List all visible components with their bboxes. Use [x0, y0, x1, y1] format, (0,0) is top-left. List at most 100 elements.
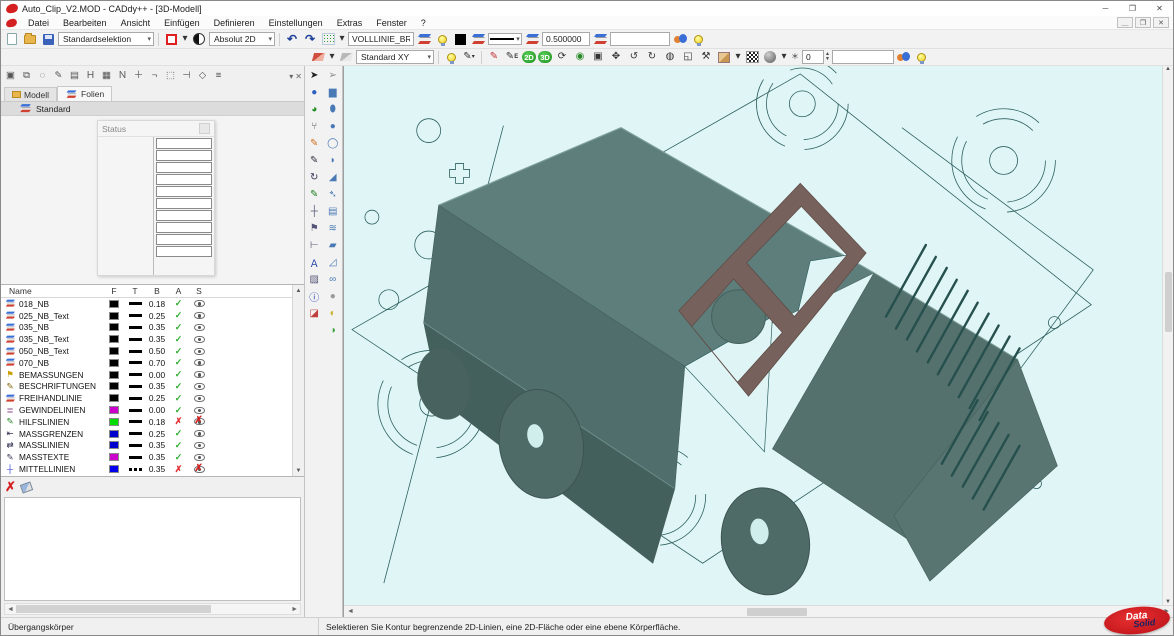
view-3d-button[interactable]: 3D: [538, 51, 552, 63]
layer-linetype[interactable]: [129, 361, 142, 364]
view-2d-button[interactable]: 2D: [522, 51, 536, 63]
pen-e-icon[interactable]: ✎E: [504, 50, 520, 65]
coordinate-mode-dropdown[interactable]: Absolut 2D▾: [209, 32, 275, 46]
menu-ansicht[interactable]: Ansicht: [114, 17, 158, 29]
table-row[interactable]: 070_NB0.70✓: [1, 357, 292, 369]
layer-active-flag[interactable]: ✓: [168, 393, 189, 404]
layer-active-flag[interactable]: ✓: [168, 346, 189, 357]
eye-icon[interactable]: [194, 348, 205, 355]
layer-width[interactable]: 0.25: [146, 311, 168, 321]
col-name[interactable]: Name: [1, 286, 104, 296]
connector-icon[interactable]: ⊣: [179, 69, 194, 83]
zoom-in-icon[interactable]: ◉: [572, 50, 588, 65]
solid-plate-icon[interactable]: ▰: [324, 237, 341, 254]
layer-active-flag[interactable]: ✓: [168, 334, 189, 345]
measure-tool-icon[interactable]: ⊢: [306, 237, 323, 254]
line-style-name-field[interactable]: [348, 32, 414, 46]
value-spinner[interactable]: ▲▼: [802, 50, 830, 64]
viewport-scroll-left-arrow[interactable]: ◄: [344, 608, 357, 615]
table-row[interactable]: ≣GEWINDELINIEN0.00✓: [1, 404, 292, 416]
red-pen-icon[interactable]: ✎: [486, 50, 502, 65]
grid-button[interactable]: [320, 32, 336, 47]
mdi-close-button[interactable]: ✕: [1153, 17, 1169, 28]
cross-icon[interactable]: ＋: [131, 69, 146, 83]
layer-color-swatch[interactable]: [109, 347, 119, 355]
layer-table-header[interactable]: Name F T B A S: [1, 285, 292, 298]
pencil-dark-icon[interactable]: ✎: [306, 152, 323, 169]
folie-refresh-icon[interactable]: ◌: [35, 69, 50, 83]
status-field[interactable]: [156, 234, 212, 245]
solid-ramp-icon[interactable]: ◿: [324, 254, 341, 271]
eye-icon[interactable]: [194, 407, 205, 414]
folie-copy-icon[interactable]: ⧉: [19, 69, 34, 83]
table-row[interactable]: ✎HILFSLINIEN0.18✗✗: [1, 416, 292, 428]
pencil-icon[interactable]: ✎: [51, 69, 66, 83]
layer-active-flag[interactable]: ✓: [168, 475, 189, 476]
status-field[interactable]: [156, 210, 212, 221]
panel-scroll-right-arrow[interactable]: ►: [289, 606, 300, 613]
layer-color-swatch[interactable]: [109, 441, 119, 449]
layer-active-flag[interactable]: ✓: [168, 298, 189, 309]
eye-icon[interactable]: [194, 312, 205, 319]
pencil-orange-icon[interactable]: ✎: [306, 135, 323, 152]
tool-hammer-icon[interactable]: ⚒: [698, 50, 714, 65]
eye-off-icon[interactable]: ✗: [194, 418, 205, 425]
text-edit-icon[interactable]: Ａ: [306, 254, 323, 271]
layer-width[interactable]: 0.25: [146, 393, 168, 403]
solid-gray-wedge-icon[interactable]: [338, 50, 354, 65]
layer-active-flag[interactable]: ✓: [168, 440, 189, 451]
eye-icon[interactable]: [194, 442, 205, 449]
menu-?[interactable]: ?: [414, 17, 433, 29]
table-row[interactable]: 025_NB_Text0.25✓: [1, 310, 292, 322]
eye-icon[interactable]: [194, 371, 205, 378]
select-arrow-icon[interactable]: ➤: [306, 67, 323, 84]
selection-mode-dropdown[interactable]: Standardselektion▾: [58, 32, 154, 46]
eye-icon[interactable]: [194, 300, 205, 307]
status-popup-close-button[interactable]: [199, 123, 210, 134]
layer-active-flag[interactable]: ✗: [168, 464, 189, 475]
layer-color-swatch[interactable]: [109, 465, 119, 473]
viewport-vscrollbar[interactable]: ▲ ▼: [1162, 66, 1173, 605]
rotate-left-icon[interactable]: ↺: [626, 50, 642, 65]
eye-off-icon[interactable]: ✗: [194, 466, 205, 473]
layer-width[interactable]: 0.00: [146, 370, 168, 380]
orbit-icon[interactable]: ◍: [662, 50, 678, 65]
solid-red-wedge-icon[interactable]: [310, 50, 326, 65]
panel-scroll-thumb[interactable]: [16, 605, 211, 613]
layer-active-flag[interactable]: ✓: [168, 322, 189, 333]
layer-width[interactable]: 0.18: [146, 299, 168, 309]
selection-box-button[interactable]: [163, 32, 179, 47]
list-icon[interactable]: ≡: [211, 69, 226, 83]
viewport-canvas[interactable]: [344, 66, 1162, 605]
col-f[interactable]: F: [104, 286, 124, 296]
menu-einstellungen[interactable]: Einstellungen: [262, 17, 330, 29]
grid-dropdown-arrow[interactable]: ▾: [338, 32, 346, 47]
sphere-duo-icon[interactable]: ◐: [324, 305, 341, 322]
table-row[interactable]: ⇄MASSLINIEN0.35✓: [1, 440, 292, 452]
layer-width[interactable]: 0.50: [146, 346, 168, 356]
status-field[interactable]: [156, 222, 212, 233]
menu-extras[interactable]: Extras: [330, 17, 370, 29]
current-color-swatch[interactable]: [452, 32, 468, 47]
scroll-up-arrow[interactable]: ▲: [296, 285, 302, 296]
layer-linetype[interactable]: [129, 444, 142, 447]
layer-color-swatch[interactable]: [109, 406, 119, 414]
viewport-hscroll-thumb[interactable]: [747, 608, 807, 616]
solid-view-icon[interactable]: [716, 50, 732, 65]
layer-active-flag[interactable]: ✓: [168, 369, 189, 380]
table-icon[interactable]: ▦: [99, 69, 114, 83]
undo-button[interactable]: ↶: [284, 32, 300, 47]
layer-color-swatch[interactable]: [109, 418, 119, 426]
status-field[interactable]: [156, 162, 212, 173]
cube-icon[interactable]: ◇: [195, 69, 210, 83]
layer-linetype[interactable]: [129, 468, 142, 471]
layer-color-swatch[interactable]: [109, 371, 119, 379]
color-bulb-icon[interactable]: [434, 32, 450, 47]
solid-shell-icon[interactable]: ▤: [324, 203, 341, 220]
mdi-restore-button[interactable]: ❐: [1135, 17, 1151, 28]
panel-hscrollbar[interactable]: ◄ ►: [4, 603, 301, 615]
layer-width[interactable]: 0.35: [146, 381, 168, 391]
eye-icon[interactable]: [194, 359, 205, 366]
aux-field[interactable]: [610, 32, 670, 46]
scroll-down-arrow[interactable]: ▼: [296, 465, 302, 476]
